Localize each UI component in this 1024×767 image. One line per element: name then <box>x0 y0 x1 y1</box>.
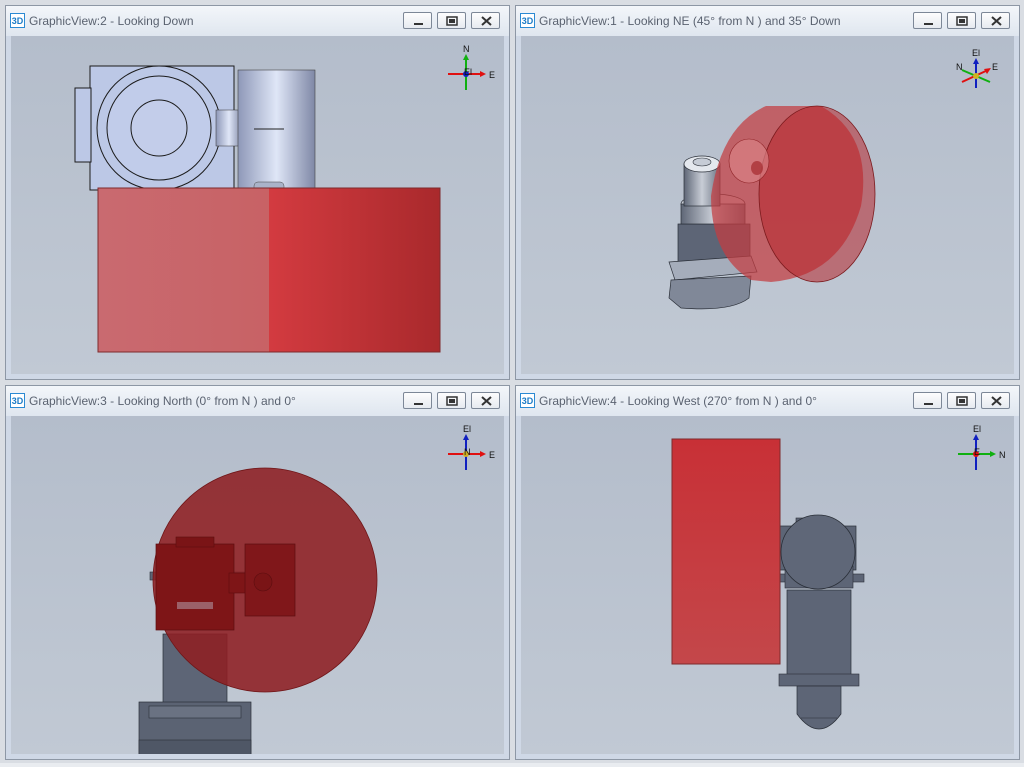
axis-triad-icon: El N E <box>956 48 998 88</box>
close-icon <box>991 396 1002 406</box>
view-3-scene: El E N <box>138 424 495 754</box>
view-1-title: GraphicView:1 - Looking NE (45° from N )… <box>539 14 841 28</box>
minimize-button[interactable] <box>913 392 942 409</box>
axis-label-up: El <box>972 48 980 58</box>
restore-button[interactable] <box>947 12 976 29</box>
restore-button[interactable] <box>437 392 466 409</box>
view-3-title: GraphicView:3 - Looking North (0° from N… <box>29 394 296 408</box>
close-button[interactable] <box>471 392 500 409</box>
axis-label-center: El <box>464 67 472 77</box>
axis-label-right: E <box>489 70 495 80</box>
view-2-scene: N E El <box>74 44 495 353</box>
axis-label-center: E <box>974 447 980 457</box>
red-clearance-cylinder <box>711 105 876 283</box>
3d-app-icon: 3D <box>520 13 535 28</box>
red-clearance-box <box>671 438 781 665</box>
view-4-scene: El N E <box>671 424 1006 730</box>
minimize-button[interactable] <box>913 12 942 29</box>
view-2-title-bar[interactable]: 3D GraphicView:2 - Looking Down <box>6 6 509 36</box>
graphic-view-1-window[interactable]: 3D GraphicView:1 - Looking NE (45° from … <box>515 5 1020 380</box>
view-4-title-bar[interactable]: 3D GraphicView:4 - Looking West (270° fr… <box>516 386 1019 416</box>
close-icon <box>991 16 1002 26</box>
view-4-viewport[interactable]: El N E <box>521 416 1014 754</box>
restore-button[interactable] <box>437 12 466 29</box>
minimize-icon <box>924 403 933 405</box>
axis-triad-icon: N E El <box>448 44 495 90</box>
minimize-icon <box>924 23 933 25</box>
axis-triad-icon: El E N <box>448 424 495 470</box>
axis-label-up: El <box>463 424 471 434</box>
red-clearance-disk <box>152 467 378 693</box>
close-icon <box>481 396 492 406</box>
restore-icon <box>956 396 968 406</box>
equipment-top-view <box>74 65 316 193</box>
restore-icon <box>446 16 458 26</box>
graphic-view-2-window[interactable]: 3D GraphicView:2 - Looking Down N E El <box>5 5 510 380</box>
restore-icon <box>446 396 458 406</box>
3d-app-icon: 3D <box>10 13 25 28</box>
axis-label-left: N <box>956 62 963 72</box>
axis-label-right: E <box>992 62 998 72</box>
view-2-viewport[interactable]: N E El <box>11 36 504 374</box>
axis-label-right: N <box>999 450 1006 460</box>
axis-triad-icon: El N E <box>958 424 1006 470</box>
restore-icon <box>956 16 968 26</box>
graphic-view-4-window[interactable]: 3D GraphicView:4 - Looking West (270° fr… <box>515 385 1020 760</box>
minimize-icon <box>414 403 423 405</box>
graphic-view-3-window[interactable]: 3D GraphicView:3 - Looking North (0° fro… <box>5 385 510 760</box>
view-1-scene: El N E <box>668 48 998 310</box>
view-2-title: GraphicView:2 - Looking Down <box>29 14 194 28</box>
close-button[interactable] <box>981 12 1010 29</box>
close-icon <box>481 16 492 26</box>
view-1-viewport[interactable]: El N E <box>521 36 1014 374</box>
axis-label-up: N <box>463 44 470 54</box>
red-clearance-box <box>97 187 441 353</box>
close-button[interactable] <box>471 12 500 29</box>
equipment-side-view <box>775 514 865 730</box>
view-3-viewport[interactable]: El E N <box>11 416 504 754</box>
view-4-title: GraphicView:4 - Looking West (270° from … <box>539 394 817 408</box>
minimize-icon <box>414 23 423 25</box>
3d-app-icon: 3D <box>10 393 25 408</box>
axis-label-center: N <box>464 447 471 457</box>
3d-app-icon: 3D <box>520 393 535 408</box>
axis-label-right: E <box>489 450 495 460</box>
close-button[interactable] <box>981 392 1010 409</box>
axis-label-up: El <box>973 424 981 434</box>
minimize-button[interactable] <box>403 392 432 409</box>
restore-button[interactable] <box>947 392 976 409</box>
minimize-button[interactable] <box>403 12 432 29</box>
view-1-title-bar[interactable]: 3D GraphicView:1 - Looking NE (45° from … <box>516 6 1019 36</box>
status-strip <box>0 763 1024 767</box>
view-3-title-bar[interactable]: 3D GraphicView:3 - Looking North (0° fro… <box>6 386 509 416</box>
